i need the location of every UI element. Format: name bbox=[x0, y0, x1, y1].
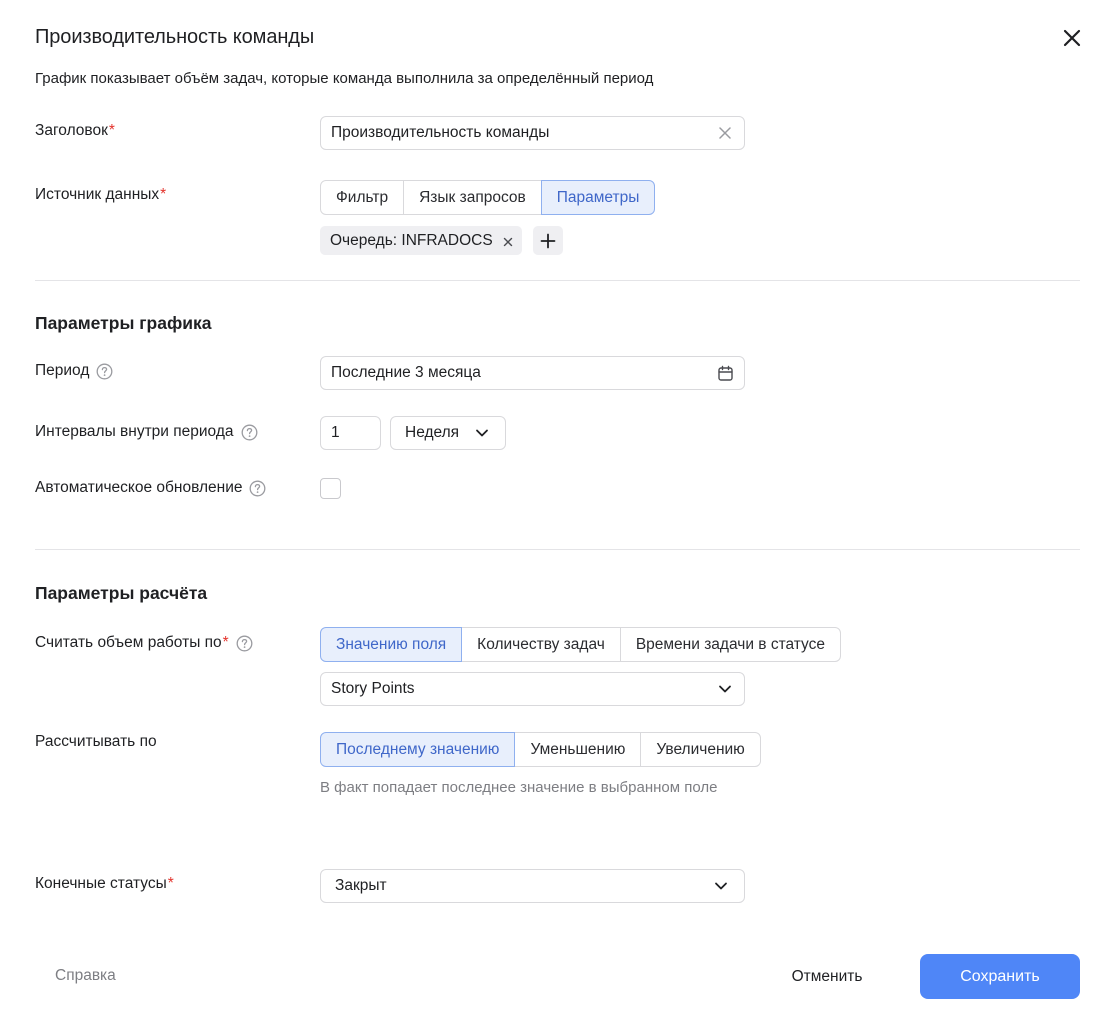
cancel-button[interactable]: Отменить bbox=[770, 955, 884, 999]
source-option-filter[interactable]: Фильтр bbox=[320, 180, 405, 215]
count-by-label: Считать объем работы по * bbox=[35, 634, 253, 652]
required-mark: * bbox=[160, 186, 167, 203]
count-by-option-field-value[interactable]: Значению поля bbox=[320, 627, 463, 662]
period-value: Последние 3 месяца bbox=[331, 364, 481, 381]
help-link[interactable]: Справка bbox=[55, 967, 116, 985]
clear-button[interactable] bbox=[716, 124, 734, 142]
header-label: Заголовок * bbox=[35, 122, 115, 140]
source-label-text: Источник данных bbox=[35, 186, 160, 203]
field-select-value: Story Points bbox=[331, 680, 415, 697]
help-icon[interactable] bbox=[249, 480, 266, 497]
period-label-text: Период bbox=[35, 362, 90, 379]
close-icon bbox=[1063, 29, 1081, 47]
auto-update-label-text: Автоматическое обновление bbox=[35, 479, 243, 496]
intervals-label: Интервалы внутри периода bbox=[35, 423, 258, 441]
required-mark: * bbox=[108, 122, 115, 139]
source-option-query-language[interactable]: Язык запросов bbox=[403, 180, 542, 215]
queue-filter-chip: Очередь: INFRADOCS bbox=[320, 226, 522, 255]
final-status-label: Конечные статусы * bbox=[35, 875, 174, 893]
calc-by-label: Рассчитывать по bbox=[35, 733, 157, 751]
final-status-value: Закрыт bbox=[335, 877, 387, 894]
header-label-text: Заголовок bbox=[35, 122, 108, 139]
calendar-icon bbox=[716, 364, 734, 382]
count-by-option-time-in-status[interactable]: Времени задачи в статусе bbox=[619, 627, 841, 662]
dialog-title: Производительность команды bbox=[35, 26, 315, 48]
final-status-select[interactable]: Закрыт bbox=[320, 869, 745, 903]
plus-icon bbox=[540, 233, 556, 248]
count-by-segmented-control: Значению поля Количеству задач Времени з… bbox=[320, 627, 841, 662]
source-segmented-control: Фильтр Язык запросов Параметры bbox=[320, 180, 656, 215]
help-icon[interactable] bbox=[96, 363, 113, 380]
help-icon[interactable] bbox=[236, 635, 253, 652]
chevron-down-icon bbox=[473, 424, 491, 442]
period-label: Период bbox=[35, 362, 113, 380]
chevron-down-icon bbox=[712, 877, 730, 895]
add-filter-button[interactable] bbox=[533, 226, 563, 255]
calc-params-heading: Параметры расчёта bbox=[35, 583, 208, 603]
calc-by-option-decrease[interactable]: Уменьшению bbox=[514, 732, 642, 767]
source-option-parameters[interactable]: Параметры bbox=[540, 180, 656, 215]
section-divider bbox=[35, 280, 1080, 281]
chip-remove-button[interactable] bbox=[502, 235, 514, 247]
interval-count-value: 1 bbox=[331, 424, 340, 441]
required-mark: * bbox=[222, 634, 229, 651]
dashboard-widget-dialog: Производительность команды График показы… bbox=[0, 0, 1118, 1011]
interval-count-input[interactable]: 1 bbox=[320, 416, 381, 450]
intervals-label-text: Интервалы внутри периода bbox=[35, 423, 234, 440]
required-mark: * bbox=[167, 875, 174, 892]
calc-by-hint: В факт попадает последнее значение в выб… bbox=[320, 779, 718, 796]
section-divider bbox=[35, 549, 1080, 550]
calc-by-segmented-control: Последнему значению Уменьшению Увеличени… bbox=[320, 732, 761, 767]
header-input-value: Производительность команды bbox=[331, 124, 550, 141]
final-status-label-text: Конечные статусы bbox=[35, 875, 167, 892]
close-button[interactable] bbox=[1060, 26, 1084, 50]
calc-by-label-text: Рассчитывать по bbox=[35, 733, 157, 750]
chip-label: Очередь: INFRADOCS bbox=[330, 231, 493, 249]
interval-unit-value: Неделя bbox=[405, 424, 460, 441]
close-icon bbox=[503, 237, 512, 246]
field-select[interactable]: Story Points bbox=[320, 672, 745, 706]
dialog-subtitle: График показывает объём задач, которые к… bbox=[35, 70, 654, 87]
count-by-label-text: Считать объем работы по bbox=[35, 634, 222, 651]
calc-by-option-increase[interactable]: Увеличению bbox=[640, 732, 761, 767]
chart-params-heading: Параметры графика bbox=[35, 313, 212, 333]
period-picker[interactable]: Последние 3 месяца bbox=[320, 356, 745, 390]
help-icon[interactable] bbox=[241, 424, 258, 441]
count-by-option-task-count[interactable]: Количеству задач bbox=[461, 627, 621, 662]
header-input[interactable]: Производительность команды bbox=[320, 116, 745, 150]
source-label: Источник данных * bbox=[35, 186, 166, 204]
save-button[interactable]: Сохранить bbox=[920, 954, 1080, 999]
auto-update-checkbox[interactable] bbox=[320, 478, 341, 499]
chevron-down-icon bbox=[716, 680, 734, 698]
calc-by-option-last-value[interactable]: Последнему значению bbox=[320, 732, 516, 767]
interval-unit-select[interactable]: Неделя bbox=[390, 416, 506, 450]
clear-icon bbox=[719, 127, 731, 139]
auto-update-label: Автоматическое обновление bbox=[35, 479, 266, 497]
